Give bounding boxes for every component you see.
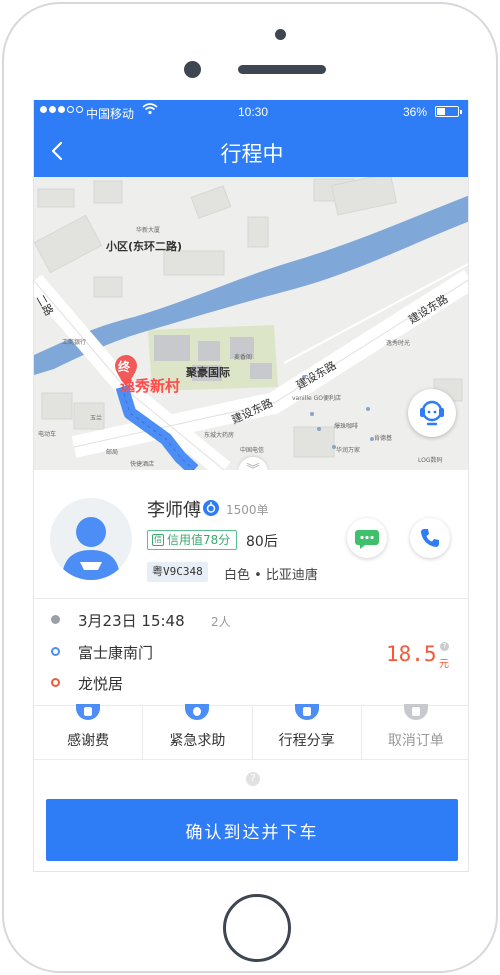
- credit-icon: 信: [152, 534, 164, 546]
- credit-score: 信用值78分: [167, 533, 231, 547]
- customer-service-button[interactable]: [408, 389, 456, 437]
- nav-bar: 行程中: [34, 124, 468, 177]
- start-location: 富士康南门: [78, 644, 154, 662]
- map-poi: LOG数码: [418, 457, 443, 464]
- map-poi: 东城大药房: [204, 432, 235, 439]
- share-icon: [294, 704, 319, 720]
- tip-button[interactable]: 感谢费: [34, 704, 144, 759]
- map-poi: 邮局: [106, 449, 119, 456]
- map-poi: 华新大厦: [136, 227, 161, 234]
- share-trip-button[interactable]: 行程分享: [253, 704, 362, 759]
- app-screen: 中国移动 10:30 36% 行程中 小区(东环二路) 聚豪国际 建设东路 建设…: [33, 100, 469, 872]
- message-button[interactable]: [347, 518, 387, 558]
- clock: 10:30: [238, 105, 269, 119]
- signal-icon: [40, 106, 83, 113]
- call-button[interactable]: [410, 518, 450, 558]
- share-label: 行程分享: [278, 733, 335, 749]
- action-bar: 感谢费 紧急求助 行程分享 取消订单: [34, 704, 468, 760]
- destination-label: 逸秀新村: [120, 377, 181, 395]
- clock-dot-icon: [51, 615, 60, 624]
- map-poi: 华润万家: [336, 447, 361, 454]
- fare-unit: 元: [439, 659, 449, 670]
- map-poi: 工商银行: [62, 339, 87, 346]
- start-dot-icon: [51, 647, 60, 656]
- cancel-order-button[interactable]: 取消订单: [362, 704, 468, 759]
- status-bar: 中国移动 10:30 36%: [34, 100, 468, 124]
- sos-icon: [185, 704, 210, 720]
- battery-percent: 36%: [403, 105, 428, 119]
- headset-icon: [420, 400, 444, 426]
- phone-icon: [421, 529, 439, 547]
- fare-help-icon[interactable]: ?: [440, 642, 449, 651]
- battery-icon: [435, 106, 462, 117]
- earpiece-speaker: [238, 65, 326, 74]
- emergency-label: 紧急求助: [169, 733, 226, 749]
- verified-icon: [203, 500, 219, 516]
- proximity-sensor: [275, 29, 286, 40]
- end-dot-icon: [51, 678, 60, 687]
- map-poi: 麦香阁: [234, 354, 253, 361]
- order-count: 1500单: [226, 503, 269, 517]
- confirm-arrival-button[interactable]: 确认到达并下车: [46, 799, 458, 861]
- driver-name: 李师傅: [147, 500, 201, 521]
- license-plate: 粤V9C348: [147, 562, 208, 582]
- passenger-count: 2人: [211, 615, 231, 629]
- map-poi: 电动车: [38, 431, 57, 438]
- map-poi: 逸秀时光: [386, 340, 411, 347]
- trip-map[interactable]: 小区(东环二路) 聚豪国际 建设东路 建设东路 建设东路 二路 华新大厦 工商银…: [34, 177, 468, 487]
- trip-info: 3月23日 15:48 2人 富士康南门 龙悦居 18.5 ? 元: [34, 599, 468, 705]
- map-poi: 肯德基: [374, 435, 393, 442]
- wifi-icon: [142, 102, 158, 119]
- map-base: [34, 177, 468, 470]
- trip-time: 3月23日 15:48: [78, 612, 185, 630]
- map-poi: 快捷酒店: [130, 461, 155, 468]
- home-button[interactable]: [223, 894, 291, 962]
- emergency-button[interactable]: 紧急求助: [143, 704, 253, 759]
- map-poi: 中国电信: [240, 447, 265, 454]
- credit-badge: 信 信用值78分: [147, 530, 238, 550]
- driver-card: 李师傅 1500单 信 信用值78分 80后 粤V9C348 白色 • 比亚迪唐: [34, 470, 468, 598]
- map-poi: vanille GO便利店: [292, 395, 342, 402]
- gift-icon: [76, 704, 101, 720]
- map-label-landmark: 聚豪国际: [186, 366, 230, 379]
- cancel-icon: [403, 704, 428, 720]
- car-description: 白色 • 比亚迪唐: [224, 568, 318, 583]
- page-title: 行程中: [220, 142, 284, 166]
- chat-icon: [355, 530, 379, 549]
- tip-label: 感谢费: [67, 733, 110, 749]
- help-icon[interactable]: ?: [246, 772, 260, 786]
- fare-amount[interactable]: 18.5: [386, 642, 437, 666]
- end-location: 龙悦居: [78, 675, 124, 693]
- map-poi: 爆珠咖啡: [334, 423, 359, 430]
- driver-age-group: 80后: [246, 534, 278, 550]
- avatar: [50, 498, 132, 580]
- front-camera: [184, 61, 201, 78]
- carrier-name: 中国移动: [86, 107, 135, 121]
- map-poi: 玉兰: [90, 415, 103, 422]
- cancel-label: 取消订单: [387, 733, 444, 749]
- destination-marker-text: 终: [118, 360, 131, 374]
- map-label-area: 小区(东环二路): [106, 240, 183, 253]
